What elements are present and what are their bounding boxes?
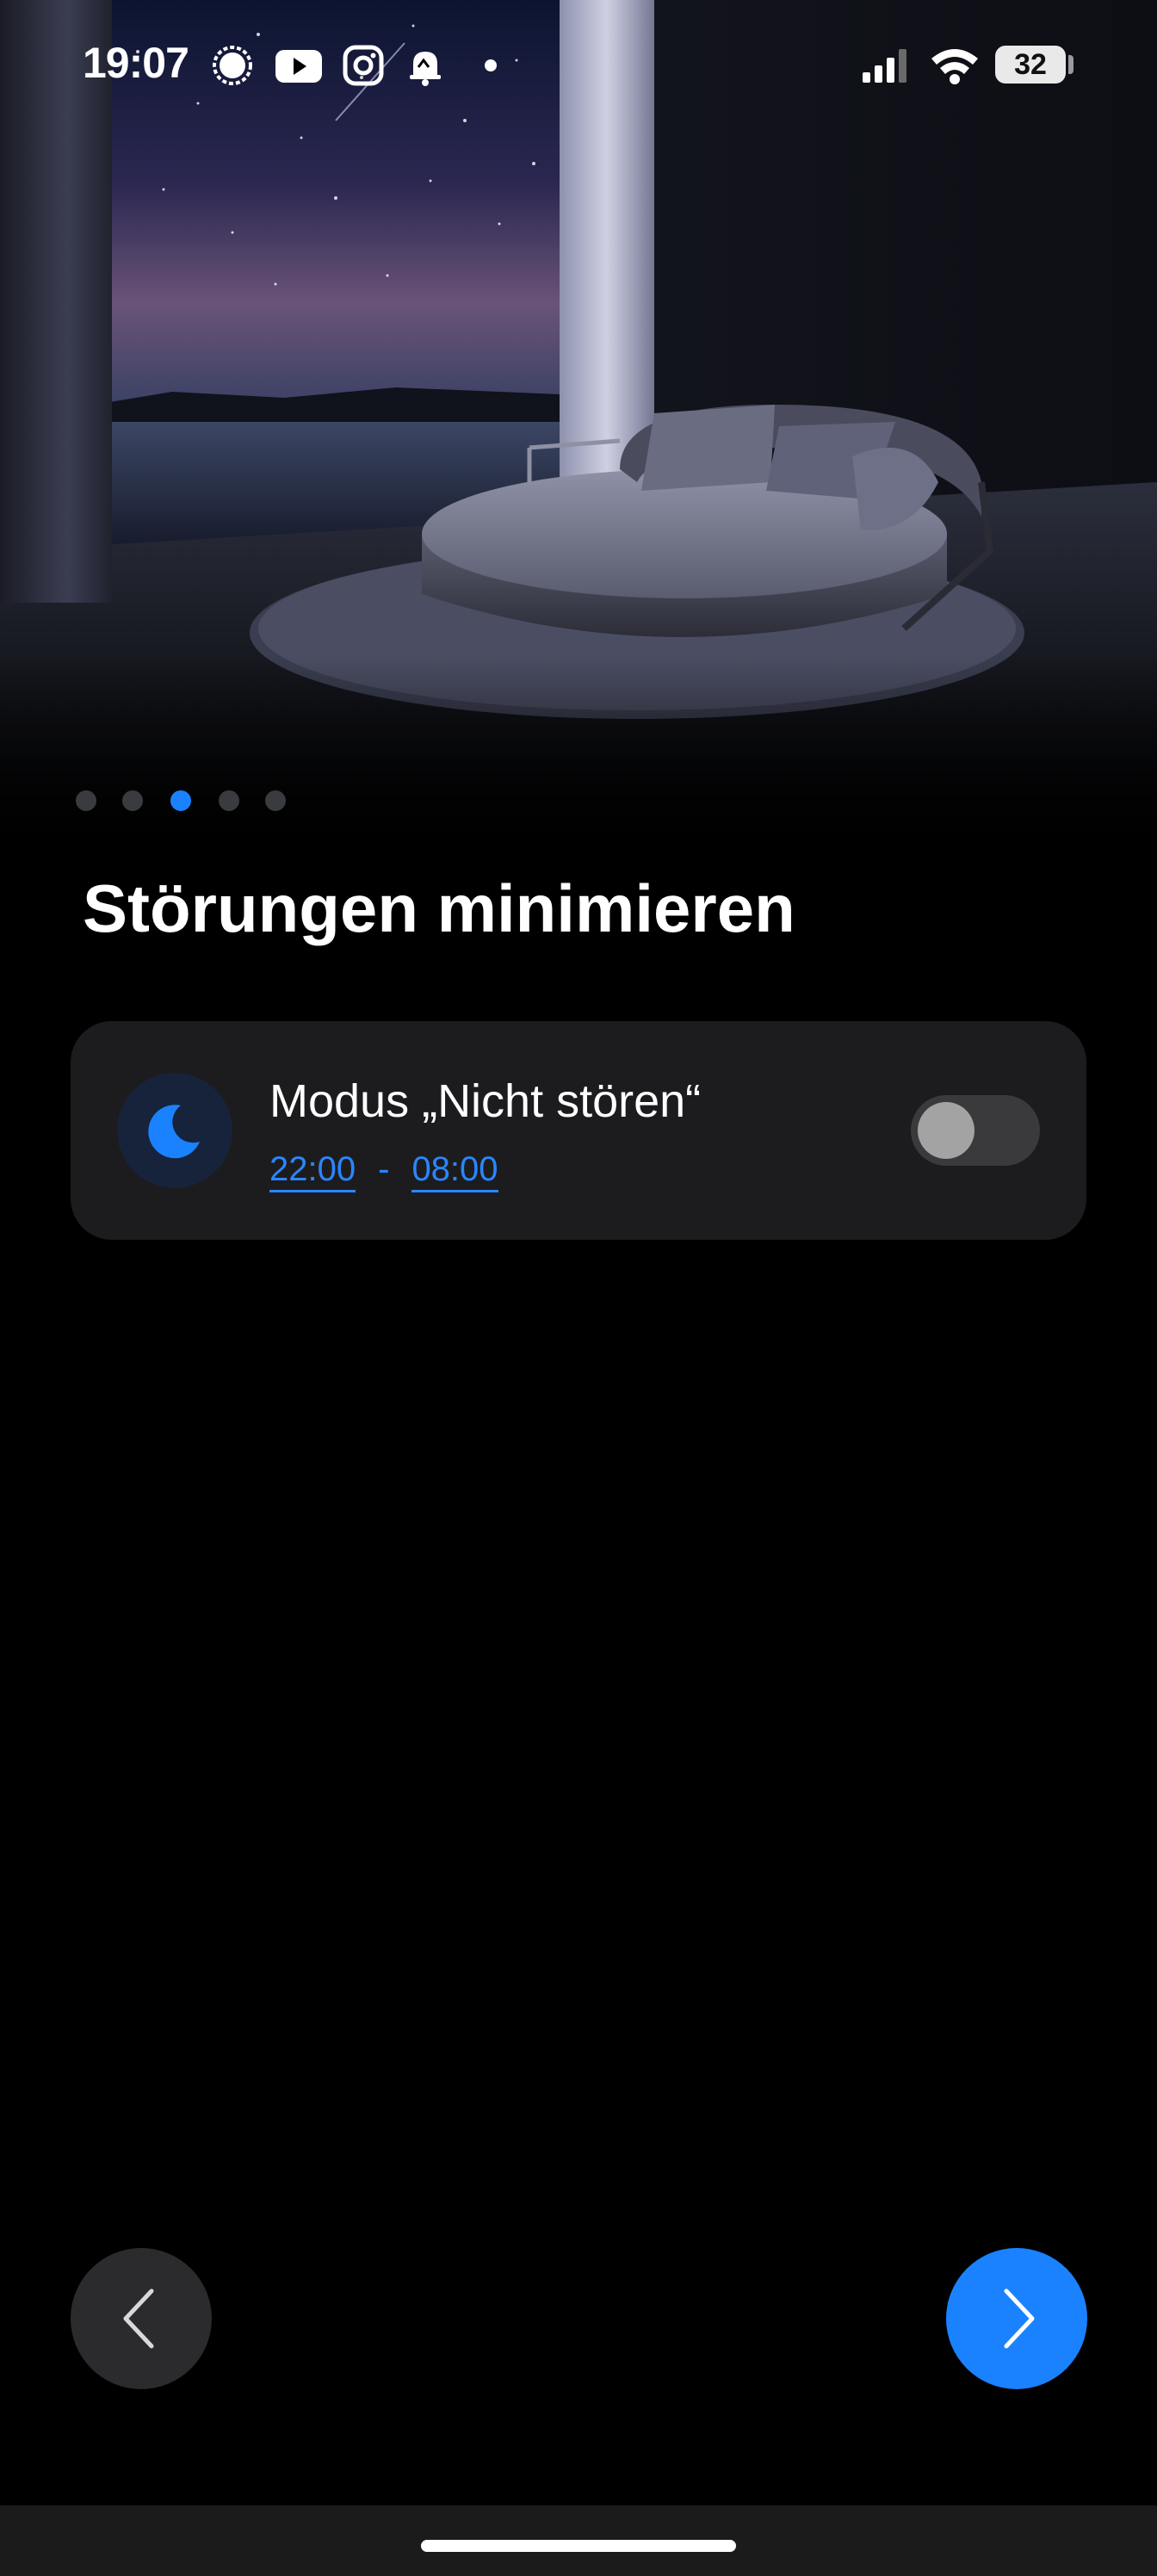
- battery-terminal: [1068, 55, 1073, 74]
- cellular-signal-icon: [859, 43, 914, 88]
- page-dot-5: [265, 790, 286, 811]
- home-gesture-handle[interactable]: [421, 2540, 736, 2552]
- gesture-navigation-bar: [0, 2505, 1157, 2576]
- dnd-toggle-knob: [918, 1102, 974, 1159]
- dnd-schedule: 22:00-08:00: [269, 1150, 498, 1192]
- page-dot-1: [76, 790, 96, 811]
- hero-illustration: [0, 0, 1157, 861]
- dnd-title: Modus „Nicht stören“: [269, 1075, 702, 1127]
- status-clock: 19:07: [83, 39, 189, 87]
- dnd-time-separator: -: [378, 1150, 390, 1188]
- status-bar: 19:07 32: [0, 0, 1157, 129]
- wifi-icon: [928, 43, 981, 88]
- moon-icon: [117, 1073, 232, 1188]
- dnd-start-time-link[interactable]: 22:00: [269, 1150, 356, 1192]
- page-title: Störungen minimieren: [83, 870, 795, 946]
- page-indicator: [0, 790, 1157, 813]
- notification-bell-icon: [403, 43, 448, 88]
- instagram-icon: [341, 43, 386, 88]
- dnd-card: Modus „Nicht stören“ 22:00-08:00: [71, 1021, 1086, 1240]
- youtube-icon: [274, 43, 324, 88]
- back-button[interactable]: [71, 2248, 212, 2389]
- page-dot-2: [122, 790, 143, 811]
- battery-indicator: 32: [995, 46, 1066, 84]
- chevron-right-icon: [1004, 2288, 1035, 2349]
- page-dot-3-active: [170, 790, 191, 811]
- dnd-toggle[interactable]: [911, 1095, 1040, 1166]
- next-button[interactable]: [946, 2248, 1087, 2389]
- dnd-end-time-link[interactable]: 08:00: [411, 1150, 498, 1192]
- signal-messenger-icon: [210, 43, 255, 88]
- chevron-left-icon: [123, 2288, 154, 2349]
- page-dot-4: [219, 790, 239, 811]
- more-dot-icon: [475, 43, 520, 88]
